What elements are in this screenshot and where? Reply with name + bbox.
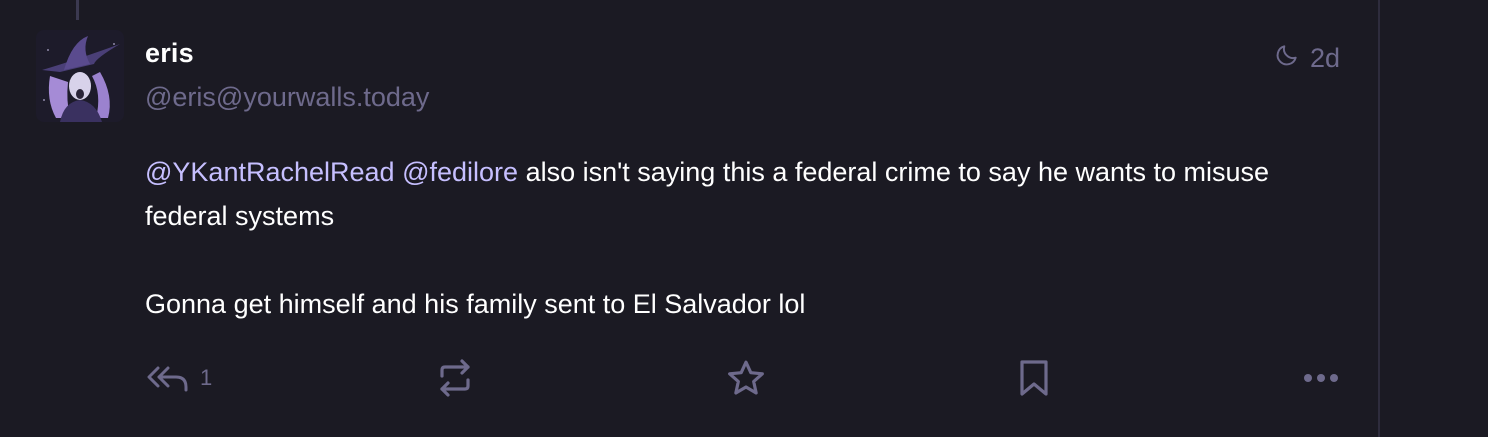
- account-handle[interactable]: @eris@yourwalls.today: [145, 82, 429, 113]
- content-paragraph: Gonna get himself and his family sent to…: [145, 289, 806, 319]
- status-timestamp-link[interactable]: 2d: [1274, 42, 1340, 74]
- content-paragraph: @YKantRachelRead @fedilore also isn't sa…: [145, 150, 1345, 238]
- reply-count: 1: [200, 365, 213, 390]
- status-post[interactable]: eris @eris@yourwalls.today 2d @YKantRach…: [0, 0, 1378, 437]
- reply-button[interactable]: 1: [146, 355, 212, 401]
- favourite-button[interactable]: [725, 355, 767, 401]
- relative-time: 2d: [1310, 42, 1341, 73]
- avatar-image: [36, 30, 124, 122]
- status-content: @YKantRachelRead @fedilore also isn't sa…: [145, 150, 1345, 326]
- bookmark-button[interactable]: [1018, 355, 1050, 401]
- boost-button[interactable]: [436, 355, 474, 401]
- more-options-button[interactable]: [1303, 355, 1339, 401]
- status-action-bar: 1: [0, 355, 1378, 401]
- boost-icon: [436, 358, 474, 398]
- bookmark-icon: [1018, 358, 1050, 398]
- mention-link[interactable]: @fedilore: [402, 157, 518, 187]
- more-horizontal-icon: [1303, 372, 1339, 384]
- mention-link[interactable]: @YKantRachelRead: [145, 157, 395, 187]
- moon-icon: [1274, 42, 1300, 75]
- column-divider: [1378, 0, 1380, 437]
- star-icon: [725, 358, 767, 398]
- avatar[interactable]: [36, 30, 124, 122]
- display-name[interactable]: eris: [145, 38, 194, 69]
- reply-all-icon: [146, 363, 190, 393]
